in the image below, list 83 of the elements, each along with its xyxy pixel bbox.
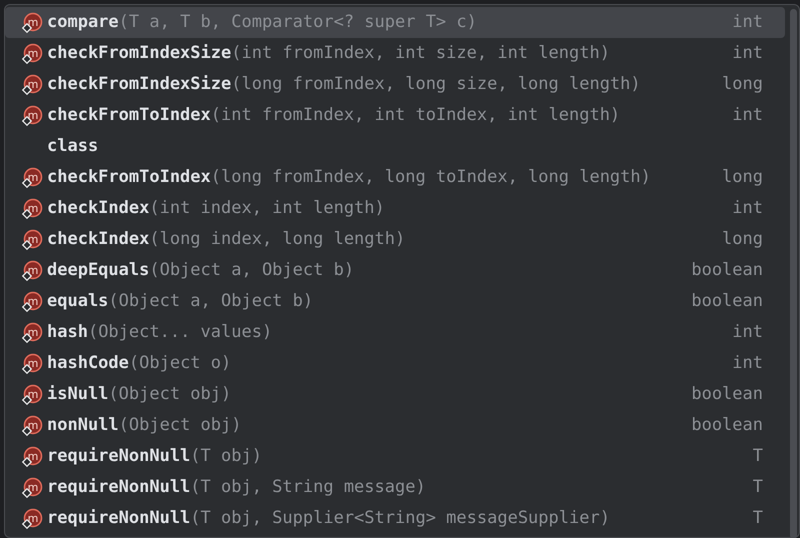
completion-item[interactable]: m checkFromIndexSize(int fromIndex, int size, int length) int (5, 38, 785, 69)
method-name: hash (47, 320, 88, 344)
method-name: requireNonNull (47, 476, 190, 499)
return-type: T (752, 476, 763, 499)
return-type: T (752, 506, 763, 530)
keyword-name: class (47, 134, 98, 158)
method-parameters: (Object a, Object b) (108, 290, 314, 313)
method-parameters: (Object... values) (88, 320, 272, 344)
method-icon: m (21, 104, 43, 126)
method-parameters: (Object o) (128, 352, 232, 375)
method-name: checkFromIndexSize (47, 72, 232, 96)
method-name: checkIndex (47, 196, 150, 220)
method-icon: m (21, 508, 43, 530)
method-parameters: (Object obj) (118, 414, 242, 437)
method-parameters: (Object obj) (108, 382, 232, 406)
method-name: checkIndex (47, 228, 150, 251)
completion-item[interactable]: m checkIndex(int index, int length) int (5, 193, 785, 224)
completion-item[interactable]: m requireNonNull(T obj, Supplier<String> messageSupplier) T (5, 503, 785, 534)
return-type: boolean (691, 290, 763, 313)
method-icon: m (21, 322, 43, 344)
method-name: compare (47, 10, 119, 34)
method-icon: m (21, 42, 43, 64)
method-parameters: (long index, long length) (149, 228, 406, 251)
method-parameters: (int index, int length) (149, 196, 385, 220)
method-parameters: (int fromIndex, int size, int length) (231, 42, 610, 65)
completion-item[interactable]: class (5, 131, 785, 162)
method-icon: m (21, 74, 43, 96)
return-type: int (732, 196, 763, 220)
completion-item[interactable]: m requireNonNull(T obj) T (5, 441, 785, 472)
method-parameters: (long fromIndex, long size, long length) (231, 72, 641, 96)
completion-item[interactable]: m checkFromToIndex(int fromIndex, int toIndex, int length) int (5, 100, 785, 131)
method-icon: m (21, 12, 43, 34)
method-name: isNull (47, 382, 108, 406)
scrollbar[interactable] (790, 9, 797, 538)
method-name: equals (47, 290, 108, 313)
return-type: long (722, 72, 763, 96)
method-icon: m (21, 166, 43, 188)
method-icon: m (21, 260, 43, 282)
method-name: deepEquals (47, 258, 150, 282)
method-parameters: (T obj, Supplier<String> messageSupplier) (190, 506, 610, 530)
completion-item[interactable]: m deepEquals(Object a, Object b) boolean (5, 255, 785, 286)
method-icon: m (21, 446, 43, 468)
return-type: long (722, 166, 763, 189)
completion-item[interactable]: m checkFromIndexSize(long fromIndex, long size, long length) long (5, 69, 785, 100)
method-parameters: (T obj) (190, 444, 262, 468)
method-icon: m (21, 290, 43, 312)
method-icon: m (21, 198, 43, 220)
completion-item[interactable]: m compare(T a, T b, Comparator<? super T> c) int (5, 7, 785, 38)
method-icon: m (21, 228, 43, 250)
method-icon: m (21, 414, 43, 436)
method-icon: m (21, 384, 43, 406)
return-type: int (732, 10, 763, 34)
method-name: requireNonNull (47, 506, 190, 530)
method-name: hashCode (47, 352, 129, 375)
return-type: boolean (691, 414, 763, 437)
return-type: int (732, 352, 763, 375)
method-name: checkFromIndexSize (47, 42, 232, 65)
method-name: checkFromToIndex (47, 166, 211, 189)
completion-item[interactable]: m nonNull(Object obj) boolean (5, 410, 785, 441)
method-icon: m (21, 352, 43, 374)
method-parameters: (T a, T b, Comparator<? super T> c) (118, 10, 477, 34)
completion-item[interactable]: m hashCode(Object o) int (5, 348, 785, 379)
completion-item[interactable]: m checkFromToIndex(long fromIndex, long toIndex, long length) long (5, 162, 785, 193)
method-parameters: (Object a, Object b) (149, 258, 354, 282)
return-type: int (732, 320, 763, 344)
return-type: int (732, 104, 763, 127)
method-icon: m (21, 476, 43, 498)
method-parameters: (T obj, String message) (190, 476, 426, 499)
method-name: nonNull (47, 414, 119, 437)
method-name: requireNonNull (47, 444, 190, 468)
return-type: int (732, 42, 763, 65)
completion-item[interactable]: m isNull(Object obj) boolean (5, 379, 785, 410)
method-parameters: (int fromIndex, int toIndex, int length) (210, 104, 620, 127)
return-type: boolean (691, 382, 763, 406)
return-type: long (722, 228, 763, 251)
completion-item[interactable]: m requireNonNull(T obj, String message) T (5, 472, 785, 503)
return-type: T (752, 444, 763, 468)
completion-item[interactable]: m equals(Object a, Object b) boolean (5, 286, 785, 317)
return-type: boolean (691, 258, 763, 282)
completion-item[interactable]: m checkIndex(long index, long length) long (5, 224, 785, 255)
method-name: checkFromToIndex (47, 104, 211, 127)
completion-item[interactable]: m hash(Object... values) int (5, 317, 785, 348)
method-parameters: (long fromIndex, long toIndex, long length) (210, 166, 651, 189)
